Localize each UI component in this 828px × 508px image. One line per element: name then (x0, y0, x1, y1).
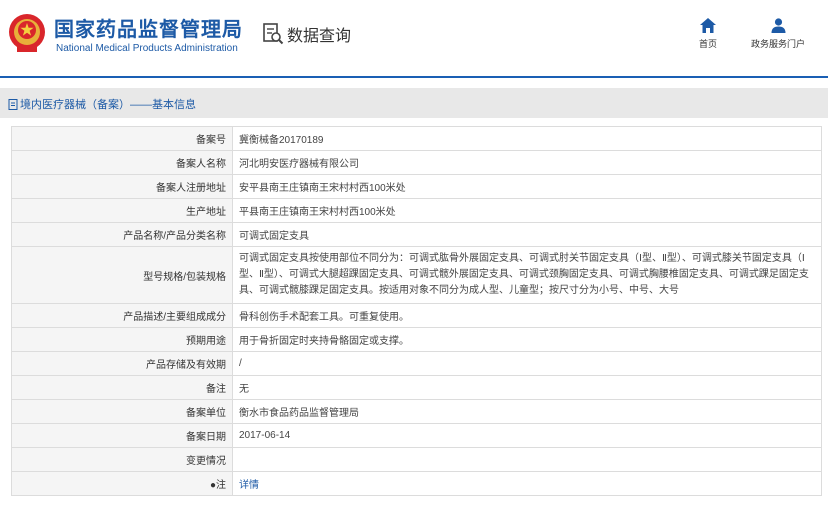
site-header: 国家药品监督管理局 National Medical Products Admi… (0, 0, 828, 78)
field-value: 骨科创伤手术配套工具。可重复使用。 (232, 303, 822, 328)
field-label: 产品描述/主要组成成分 (11, 303, 233, 328)
breadcrumb: 境内医疗器械（备案）——基本信息 (8, 96, 196, 112)
national-emblem-icon (9, 14, 45, 52)
table-row: 备案单位 衡水市食品药品监督管理局 (11, 399, 822, 424)
table-row: 备案人注册地址 安平县南王庄镇南王宋村村西100米处 (11, 174, 822, 199)
document-icon (8, 98, 18, 110)
nav-government-portal[interactable]: 政务服务门户 (745, 18, 811, 50)
field-label: 型号规格/包装规格 (11, 246, 233, 304)
field-label: 备案号 (11, 126, 233, 151)
nav-home[interactable]: 首页 (692, 18, 724, 50)
record-detail-table: 备案号 冀衡械备20170189 备案人名称 河北明安医疗器械有限公司 备案人注… (11, 126, 822, 496)
table-row: 备注 无 (11, 375, 822, 400)
table-row: 产品存储及有效期 / (11, 351, 822, 376)
field-label: 产品存储及有效期 (11, 351, 233, 376)
table-row: 产品名称/产品分类名称 可调式固定支具 (11, 222, 822, 247)
field-value: 2017-06-14 (232, 423, 822, 448)
user-icon (771, 18, 785, 33)
table-row: 备案号 冀衡械备20170189 (11, 126, 822, 151)
field-value: 河北明安医疗器械有限公司 (232, 150, 822, 175)
field-value: / (232, 351, 822, 376)
data-query-title[interactable]: 数据查询 (262, 22, 351, 46)
field-label: 产品名称/产品分类名称 (11, 222, 233, 247)
table-row: ●注 详情 (11, 471, 822, 496)
home-icon (700, 18, 716, 33)
table-row: 备案人名称 河北明安医疗器械有限公司 (11, 150, 822, 175)
field-value: 衡水市食品药品监督管理局 (232, 399, 822, 424)
nav-home-label: 首页 (698, 39, 717, 49)
field-value: 冀衡械备20170189 (232, 126, 822, 151)
table-row: 型号规格/包装规格 可调式固定支具按使用部位不同分为：可调式肱骨外展固定支具、可… (11, 246, 822, 304)
field-value (232, 447, 822, 472)
field-value: 可调式固定支具按使用部位不同分为：可调式肱骨外展固定支具、可调式肘关节固定支具（… (232, 246, 822, 304)
table-row: 变更情况 (11, 447, 822, 472)
field-label: 预期用途 (11, 327, 233, 352)
field-label: 备案人名称 (11, 150, 233, 175)
field-label: 备注 (11, 375, 233, 400)
details-link[interactable]: 详情 (239, 480, 259, 491)
document-search-icon (263, 23, 284, 45)
breadcrumb-bar: 境内医疗器械（备案）——基本信息 (0, 88, 828, 118)
field-label: 备案单位 (11, 399, 233, 424)
field-value: 平县南王庄镇南王宋村村西100米处 (232, 198, 822, 223)
field-label: 变更情况 (11, 447, 233, 472)
field-label: ●注 (11, 471, 233, 496)
field-label: 备案人注册地址 (11, 174, 233, 199)
nav-portal-label: 政务服务门户 (750, 39, 805, 49)
org-name-en: National Medical Products Administration (56, 43, 238, 54)
table-row: 预期用途 用于骨折固定时夹持骨骼固定或支撑。 (11, 327, 822, 352)
table-row: 备案日期 2017-06-14 (11, 423, 822, 448)
breadcrumb-text: 境内医疗器械（备案）——基本信息 (20, 99, 196, 111)
table-row: 生产地址 平县南王庄镇南王宋村村西100米处 (11, 198, 822, 223)
field-label: 生产地址 (11, 198, 233, 223)
field-value: 用于骨折固定时夹持骨骼固定或支撑。 (232, 327, 822, 352)
field-value-cell: 详情 (232, 471, 822, 496)
field-label: 备案日期 (11, 423, 233, 448)
field-value: 可调式固定支具 (232, 222, 822, 247)
org-name-cn: 国家药品监督管理局 (54, 19, 243, 41)
field-value: 无 (232, 375, 822, 400)
data-query-label: 数据查询 (287, 28, 352, 45)
table-row: 产品描述/主要组成成分 骨科创伤手术配套工具。可重复使用。 (11, 303, 822, 328)
field-value: 安平县南王庄镇南王宋村村西100米处 (232, 174, 822, 199)
